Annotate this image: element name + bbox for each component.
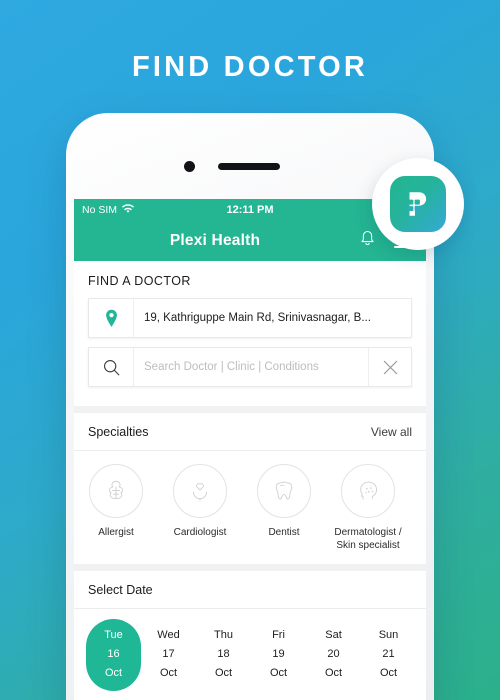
plexi-p-cross-logo <box>390 176 446 232</box>
search-input[interactable]: Search Doctor | Clinic | Conditions <box>134 348 368 386</box>
location-pin-icon <box>89 299 134 337</box>
date-chip-number: 16 <box>107 648 120 660</box>
find-a-doctor-heading: FIND A DOCTOR <box>88 274 191 288</box>
date-chip[interactable]: Fri 19 Oct <box>251 619 306 691</box>
find-a-doctor-card: FIND A DOCTOR 19, Kathriguppe Main Rd, S… <box>74 261 426 406</box>
date-chip-number: 17 <box>162 648 175 660</box>
date-chip[interactable]: Sun 21 Oct <box>361 619 416 691</box>
search-field[interactable]: Search Doctor | Clinic | Conditions <box>88 347 412 387</box>
location-field[interactable]: 19, Kathriguppe Main Rd, Srinivasnagar, … <box>88 298 412 338</box>
hamburger-line <box>394 245 407 248</box>
date-chip-weekday: Fri <box>272 629 285 641</box>
date-chip[interactable]: Sat 20 Oct <box>306 619 361 691</box>
date-chip-month: Oct <box>379 667 398 679</box>
date-chip[interactable]: Wed 17 Oct <box>141 619 196 691</box>
poster-stage: FIND DOCTOR No SIM 12:11 PM Plexi Health… <box>0 0 500 700</box>
specialty-label: Cardiologist <box>173 527 227 538</box>
specialty-label: Dentist <box>268 527 300 538</box>
select-date-header: Select Date <box>74 571 426 609</box>
date-chip[interactable]: Thu 18 Oct <box>196 619 251 691</box>
heart-in-hand-icon <box>173 464 227 518</box>
app-bar-actions <box>359 230 412 253</box>
face-profile-icon <box>341 464 395 518</box>
specialty-label: Allergist <box>98 527 134 538</box>
search-icon <box>89 348 134 386</box>
date-chip-weekday: Sun <box>378 629 399 641</box>
specialty-item-dermatologist[interactable]: Dermatologist / Skin specialist <box>326 464 410 552</box>
date-strip[interactable]: Tue 16 Oct Wed 17 Oct Thu 18 Oct Fri 19 … <box>74 609 426 700</box>
specialty-label: Dermatologist / Skin specialist <box>334 527 402 551</box>
page-title: FIND DOCTOR <box>131 51 369 83</box>
select-date-title: Select Date <box>88 583 153 597</box>
location-value: 19, Kathriguppe Main Rd, Srinivasnagar, … <box>144 312 371 324</box>
select-date-card: Select Date Tue 16 Oct Wed 17 Oct Thu 18… <box>74 571 426 700</box>
camera-dot <box>184 161 195 172</box>
date-chip-number: 21 <box>382 648 395 660</box>
tooth-icon <box>257 464 311 518</box>
hamburger-line <box>394 240 412 242</box>
speaker-bar <box>218 163 280 170</box>
date-chip-month: Oct <box>159 667 178 679</box>
specialty-item-allergist[interactable]: Allergist <box>74 464 158 552</box>
bell-icon[interactable] <box>359 230 376 253</box>
date-chip-number: 19 <box>272 648 285 660</box>
specialty-item-dentist[interactable]: Dentist <box>242 464 326 552</box>
specialties-header: Specialties View all <box>74 413 426 451</box>
date-chip-month: Oct <box>214 667 233 679</box>
specialties-list[interactable]: Allergist Cardiologist Dentist Dermatolo… <box>74 451 426 564</box>
specialty-item-cardiologist[interactable]: Cardiologist <box>158 464 242 552</box>
date-chip-weekday: Wed <box>157 629 180 641</box>
date-chip-selected[interactable]: Tue 16 Oct <box>86 619 141 691</box>
hamburger-line <box>394 234 412 237</box>
date-chip-number: 18 <box>217 648 230 660</box>
date-chip-month: Oct <box>104 667 123 679</box>
allergy-shield-icon <box>89 464 143 518</box>
specialties-card: Specialties View all Allergist Cardiolog… <box>74 413 426 564</box>
specialties-view-all-link[interactable]: View all <box>371 425 412 439</box>
hamburger-menu-icon[interactable] <box>394 234 412 248</box>
date-chip-weekday: Thu <box>214 629 233 641</box>
date-chip-weekday: Sat <box>325 629 342 641</box>
date-chip-month: Oct <box>269 667 288 679</box>
date-chip-month: Oct <box>324 667 343 679</box>
app-bar: Plexi Health <box>74 221 426 261</box>
date-chip-weekday: Tue <box>104 629 123 641</box>
close-x-icon[interactable] <box>368 348 411 386</box>
phone-screen: No SIM 12:11 PM Plexi Health FIND A DOCT… <box>74 199 426 700</box>
date-chip-number: 20 <box>327 648 340 660</box>
specialties-title: Specialties <box>88 425 149 439</box>
